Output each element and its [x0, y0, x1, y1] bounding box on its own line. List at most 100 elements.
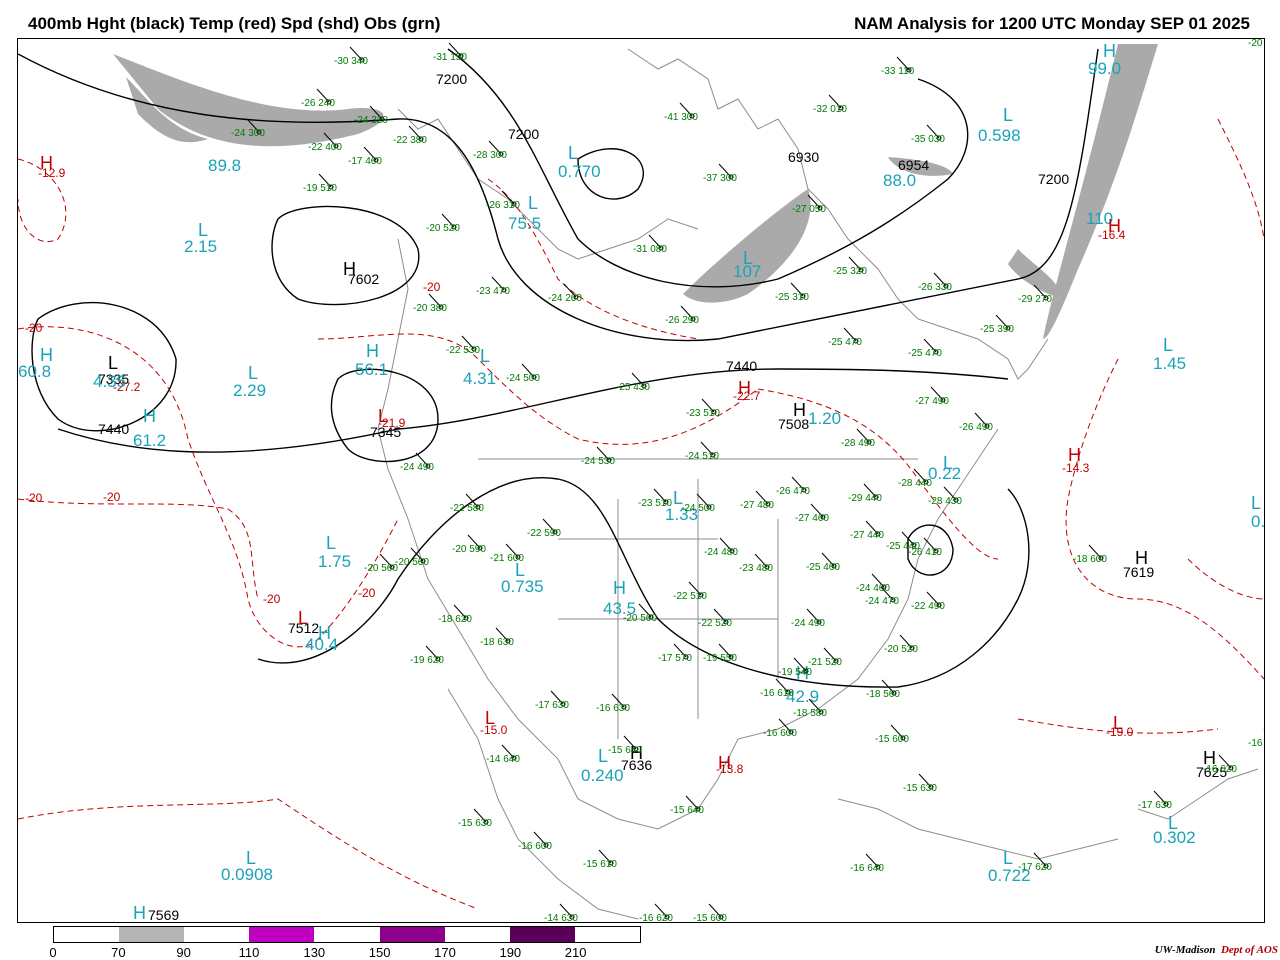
station-ob: -22 380: [393, 125, 427, 146]
station-ob: -20 520: [884, 634, 918, 655]
station-ob-text: -22 520: [698, 618, 732, 629]
station-ob-text: -27 440: [850, 530, 884, 541]
station-ob-text: -27 460: [795, 513, 829, 524]
station-ob: -26 240: [301, 88, 335, 109]
station-ob: -26 490: [959, 412, 993, 433]
low-marker: L: [1163, 335, 1173, 355]
station-ob: -16 6: [1248, 729, 1264, 749]
station-ob: -41 300: [664, 102, 698, 123]
station-ob-text: -26 410: [908, 547, 942, 558]
station-ob: -17 630: [535, 690, 569, 711]
speed-label: 4.35: [93, 372, 126, 391]
station-ob-text: -23 510: [638, 498, 672, 509]
colorbar-tick: 150: [368, 945, 391, 960]
station-ob-text: -16 600: [763, 728, 797, 739]
speed-label: 0.598: [978, 126, 1021, 145]
station-ob: -33 110: [881, 56, 915, 77]
station-ob: -14 630: [544, 903, 578, 922]
colorbar-segment: [574, 927, 640, 942]
station-ob-text: -22 590: [527, 528, 561, 539]
station-ob-text: -15 630: [458, 818, 492, 829]
colorbar-tick: 70: [111, 945, 126, 960]
station-ob-text: -20 330: [1248, 39, 1264, 49]
station-ob-text: -15 600: [693, 913, 727, 922]
station-ob-text: -25 470: [828, 337, 862, 348]
speed-label: 1.20: [808, 409, 841, 428]
colorbar-segment: [184, 927, 250, 942]
station-ob-text: -25 310: [775, 292, 809, 303]
station-ob-text: -23 510: [686, 408, 720, 419]
station-ob-text: -24 260: [548, 293, 582, 304]
station-ob-text: -15 630: [903, 783, 937, 794]
low-marker: L: [108, 353, 118, 373]
high-marker: H: [738, 378, 751, 398]
station-ob-text: -22 580: [450, 503, 484, 514]
station-ob: -15 600: [693, 903, 727, 922]
station-ob: -15 630: [458, 808, 492, 829]
station-ob-text: -18 560: [866, 689, 900, 700]
station-ob: -20 330: [1248, 39, 1264, 49]
station-ob: -29 440: [848, 483, 882, 504]
station-ob-text: -16 600: [518, 841, 552, 852]
station-ob-text: -27 490: [915, 396, 949, 407]
station-ob: -15 630: [903, 773, 937, 794]
station-ob: -22 530: [446, 335, 480, 356]
station-ob-text: -22 530: [446, 345, 480, 356]
temp-label: -20: [103, 490, 121, 504]
station-ob-text: -24 320: [354, 115, 388, 126]
station-ob-text: -18 580: [793, 708, 827, 719]
colorbar-tick: 210: [564, 945, 587, 960]
station-ob-text: -22 400: [308, 142, 342, 153]
station-ob-text: -24 500: [681, 503, 715, 514]
station-ob: -24 260: [548, 283, 582, 304]
station-ob-text: -26 490: [959, 422, 993, 433]
station-ob: -27 460: [795, 503, 829, 524]
station-ob-text: -24 500: [506, 373, 540, 384]
colorbar-segment: [54, 927, 120, 942]
colorbar-segment: [444, 927, 510, 942]
station-ob: -26 290: [665, 305, 699, 326]
weather-map: 7200 7200 7200 6930 6954 7602 7335 7440 7345 7440…: [17, 38, 1265, 923]
station-ob: -22 510: [673, 581, 707, 602]
station-ob-text: -22 510: [673, 591, 707, 602]
station-ob: -35 030: [911, 124, 945, 145]
temp-label: -20: [25, 491, 43, 505]
station-ob-text: -16 610: [760, 688, 794, 699]
station-ob: -15 600: [875, 724, 909, 745]
high-marker: H: [1135, 548, 1148, 568]
station-ob-text: -20 520: [884, 644, 918, 655]
low-marker: L: [198, 220, 208, 240]
speed-colorbar: [53, 926, 641, 943]
station-ob-text: -28 440: [898, 478, 932, 489]
station-ob: -22 590: [527, 518, 561, 539]
height-label: 7440: [98, 421, 129, 437]
speed-label: 89.8: [208, 156, 241, 175]
station-ob: -25 470: [908, 338, 942, 359]
station-ob: -16 620: [639, 903, 673, 922]
station-ob-text: -29 440: [848, 493, 882, 504]
station-ob: -21 520: [808, 647, 842, 668]
station-ob: -25 320: [833, 256, 867, 277]
station-ob: -20 560: [395, 547, 429, 568]
speed-label: 1.45: [1153, 354, 1186, 373]
station-ob-text: -15 640: [670, 805, 704, 816]
station-ob-text: -19 510: [303, 183, 337, 194]
station-ob-text: -28 490: [841, 438, 875, 449]
station-ob-text: -25 470: [908, 348, 942, 359]
station-ob-text: -26 310: [486, 200, 520, 211]
low-marker: L: [1113, 713, 1123, 733]
height-label: 7200: [436, 71, 467, 87]
station-ob-text: -37 300: [703, 173, 737, 184]
low-marker: L: [298, 608, 308, 628]
colorbar-tick: 130: [303, 945, 326, 960]
station-ob-text: -16 640: [850, 863, 884, 874]
map-canvas: 7200720072006930 6954760273357440 73457440…: [18, 39, 1264, 922]
station-ob-text: -20 560: [623, 613, 657, 624]
credit-org: UW-Madison: [1154, 944, 1216, 956]
station-ob: -16 610: [760, 678, 794, 699]
station-ob: -31 150: [433, 42, 467, 63]
low-marker: L: [598, 746, 608, 766]
colorbar-tick: 90: [176, 945, 191, 960]
low-marker: L: [1003, 105, 1013, 125]
station-ob-text: -20 560: [364, 563, 398, 574]
